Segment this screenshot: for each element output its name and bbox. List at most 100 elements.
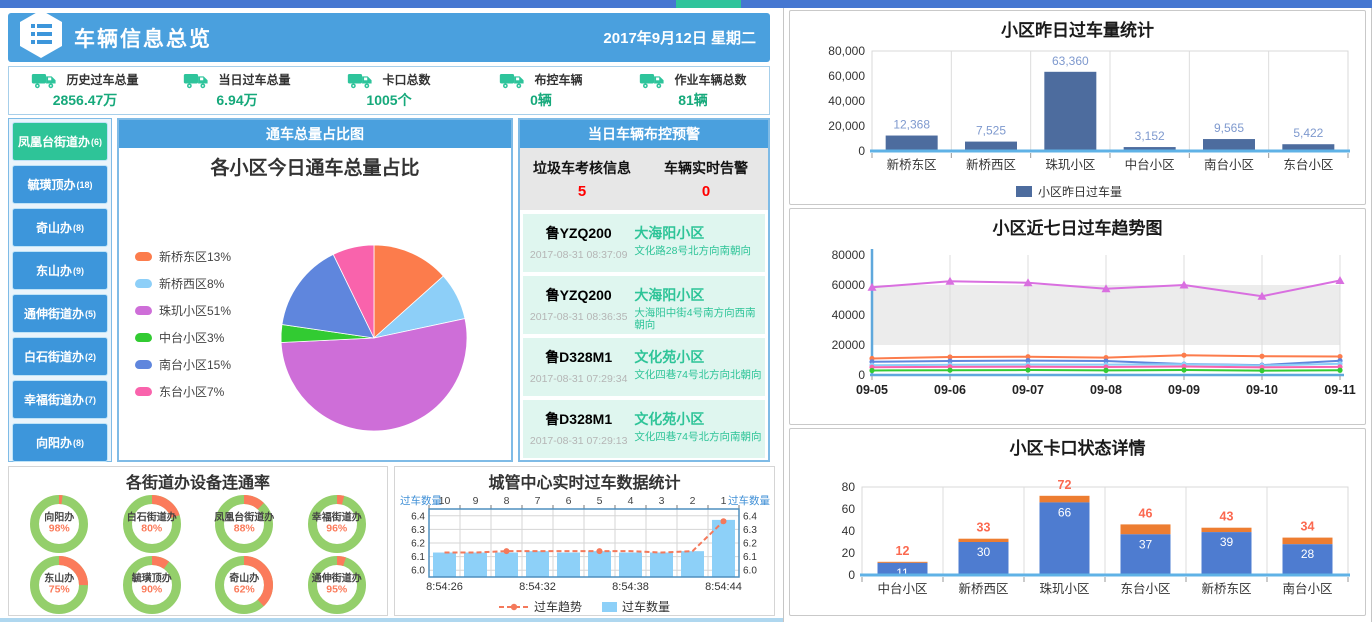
- legend-car-icon: [135, 387, 152, 396]
- alert-plate: 鲁D328M1: [523, 347, 634, 367]
- right-section: 小区昨日过车量统计 80,00060,00040,00020,000012,36…: [783, 8, 1372, 622]
- stat-value: 6.94万: [216, 90, 257, 110]
- pie-legend-item: 南台小区15%: [135, 356, 231, 373]
- chart-text: 9: [472, 495, 478, 507]
- top-strip: [0, 0, 1372, 8]
- truck-icon: [183, 70, 210, 89]
- sidebar-item[interactable]: 白石街道办(2): [12, 337, 108, 376]
- alert-time: 2017-08-31 07:29:13: [523, 435, 634, 447]
- realtime-panel: 城管中心实时过车数据统计 过车数量过车数量109876543216.46.46.…: [394, 466, 775, 616]
- alert-time: 2017-08-31 07:29:34: [523, 373, 634, 385]
- chart-text: 8:54:38: [612, 581, 649, 593]
- chart-text: 20,000: [828, 119, 865, 133]
- rt-legend-label: 过车数量: [622, 598, 670, 615]
- alert-summary-value: 5: [520, 183, 644, 200]
- stat-value: 81辆: [678, 90, 708, 110]
- dashboard: 车辆信息总览 2017年9月12日 星期二 历史过车总量2856.47万当日过车…: [0, 0, 1372, 622]
- sidebar-item-label: 凤凰台街道办: [18, 133, 90, 150]
- stat-item: 当日过车总量 6.94万: [161, 67, 313, 114]
- chart-text: 6.2: [743, 539, 757, 550]
- alert-summary-value: 0: [644, 183, 768, 200]
- main-section: 车辆信息总览 2017年9月12日 星期二 历史过车总量2856.47万当日过车…: [0, 8, 783, 622]
- bar-swatch-icon: [602, 602, 617, 612]
- chart-text: 09-11: [1324, 383, 1355, 397]
- status-bar-offline: [1282, 538, 1332, 545]
- stat-label: 布控车辆: [534, 71, 582, 88]
- chart-text: 72: [1057, 478, 1071, 492]
- trend-chart: 80000600004000020000009-0509-0609-0709-0…: [792, 241, 1364, 413]
- donut-gauge: 幸福街道办96%: [291, 493, 384, 554]
- chart-text: 中台小区: [877, 581, 927, 596]
- sidebar-item[interactable]: 向阳办(8): [12, 423, 108, 462]
- sidebar-item[interactable]: 奇山办(8): [12, 208, 108, 247]
- alert-address: 大海阳中街4号南方向西南朝向: [634, 307, 763, 331]
- alert-summary-label: 垃圾车考核信息: [520, 158, 644, 178]
- sidebar-item[interactable]: 凤凰台街道办(6): [12, 122, 108, 161]
- chart-text: 4: [627, 495, 633, 507]
- alert-item: 鲁D328M1 2017-08-31 07:29:34文化苑小区文化四巷74号北方…: [523, 338, 765, 396]
- daily-bar: [885, 136, 937, 151]
- chart-text: 6.4: [743, 511, 757, 522]
- alert-item-right: 文化苑小区文化四巷74号北方向南朝向: [634, 400, 765, 458]
- stat-value: 2856.47万: [53, 90, 118, 110]
- donut-text: 通伸街道办95%: [291, 573, 384, 596]
- chart-text: 珠玑小区: [1045, 158, 1095, 172]
- sidebar-item[interactable]: 毓璜顶办(18): [12, 165, 108, 204]
- chart-text: 09-09: [1168, 383, 1200, 397]
- stat-value: 1005个: [366, 90, 411, 110]
- sidebar-item[interactable]: 通伸街道办(5): [12, 294, 108, 333]
- chart-text: 南台小区: [1282, 581, 1332, 596]
- pie-legend-item: 珠玑小区51%: [135, 302, 231, 319]
- alert-item-left: 鲁D328M1 2017-08-31 07:29:34: [523, 338, 634, 396]
- alert-item: 鲁YZQ2002017-08-31 08:36:35大海阳小区大海阳中街4号南方…: [523, 276, 765, 334]
- pie-chart: [274, 238, 474, 438]
- stat-label: 当日过车总量: [218, 71, 290, 88]
- alert-address: 文化四巷74号北方向北朝向: [634, 369, 763, 381]
- chart-text: 9,565: [1213, 121, 1243, 135]
- chart-text: 新桥西区: [965, 157, 1015, 172]
- alert-item-left: 鲁D328M1 2017-08-31 07:29:13: [523, 400, 634, 458]
- chart-text: 3: [658, 495, 664, 507]
- chart-text: 6.1: [411, 552, 425, 563]
- pie-panel-header: 通车总量占比图: [119, 120, 511, 148]
- alert-item-left: 鲁YZQ2002017-08-31 08:36:35: [523, 276, 634, 334]
- chart-text: 7: [534, 495, 540, 507]
- donut-percent: 98%: [13, 523, 106, 535]
- rt-bar: [650, 553, 673, 577]
- legend-car-icon: [135, 279, 152, 288]
- pie-legend-label: 南台小区15%: [159, 356, 231, 373]
- sidebar-item[interactable]: 东山办(9): [12, 251, 108, 290]
- chart-text: 39: [1219, 535, 1233, 549]
- chart-text: 12: [895, 544, 909, 558]
- chart-text: 6.2: [411, 539, 425, 550]
- stat-item: 作业车辆总数81辆: [617, 67, 769, 114]
- chart-text: 09-08: [1090, 383, 1122, 397]
- realtime-chart: 过车数量过车数量109876543216.46.46.36.36.26.26.1…: [399, 493, 771, 597]
- donut-percent: 62%: [198, 584, 291, 596]
- pie-legend-label: 新桥东区13%: [159, 248, 231, 265]
- chart-text: 6.0: [743, 566, 757, 577]
- donut-gauge: 白石街道办80%: [106, 493, 199, 554]
- alert-plate: 鲁D328M1: [523, 409, 634, 429]
- alert-item-right: 文化苑小区文化四巷74号北方向北朝向: [634, 338, 765, 396]
- sidebar-item-label: 通伸街道办: [24, 305, 84, 322]
- rt-bar: [526, 551, 549, 577]
- donut-gauge: 奇山办62%: [198, 554, 291, 615]
- legend-car-icon: [135, 252, 152, 261]
- chart-text: 8: [503, 495, 509, 507]
- legend-car-icon: [135, 333, 152, 342]
- rt-bar: [557, 553, 580, 577]
- sidebar-item-label: 毓璜顶办: [27, 176, 75, 193]
- chart-text: 小区昨日过车量: [1038, 184, 1122, 199]
- top-strip-indicator[interactable]: [676, 0, 741, 8]
- alert-item-left: 鲁YZQ2002017-08-31 08:37:09: [523, 214, 634, 272]
- chart-text: 09-06: [934, 383, 966, 397]
- chart-text: 7,525: [975, 124, 1005, 138]
- device-rate-title: 各街道办设备连通率: [9, 469, 387, 493]
- chart-text: 43: [1219, 510, 1233, 524]
- alert-time: 2017-08-31 08:36:35: [523, 311, 634, 323]
- alert-item: 鲁D328M1 2017-08-31 07:29:13文化苑小区文化四巷74号北方…: [523, 400, 765, 458]
- alert-community: 大海阳小区: [634, 223, 763, 243]
- alert-community: 文化苑小区: [634, 347, 763, 367]
- sidebar-item[interactable]: 幸福街道办(7): [12, 380, 108, 419]
